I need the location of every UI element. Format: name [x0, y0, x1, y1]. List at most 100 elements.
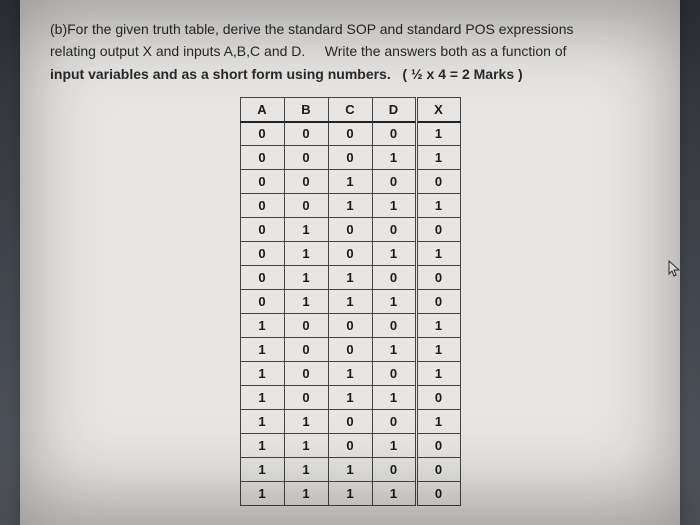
table-cell: 1 — [372, 194, 416, 218]
table-cell: 1 — [328, 170, 372, 194]
truth-table-wrapper: A B C D X 000010001100100001110100001011… — [50, 97, 650, 506]
table-row: 00011 — [240, 146, 460, 170]
table-cell: 0 — [372, 314, 416, 338]
table-row: 00100 — [240, 170, 460, 194]
table-cell: 1 — [328, 482, 372, 506]
table-cell: 0 — [328, 218, 372, 242]
table-cell: 0 — [240, 290, 284, 314]
table-cell: 0 — [416, 290, 460, 314]
table-row: 11010 — [240, 434, 460, 458]
col-header-c: C — [328, 98, 372, 122]
table-cell: 1 — [284, 290, 328, 314]
table-cell: 1 — [416, 410, 460, 434]
col-header-b: B — [284, 98, 328, 122]
table-row: 01011 — [240, 242, 460, 266]
col-header-a: A — [240, 98, 284, 122]
document-page: (b)For the given truth table, derive the… — [20, 0, 680, 525]
table-row: 10001 — [240, 314, 460, 338]
table-cell: 0 — [416, 266, 460, 290]
table-row: 01000 — [240, 218, 460, 242]
table-row: 10011 — [240, 338, 460, 362]
table-row: 10101 — [240, 362, 460, 386]
table-cell: 1 — [240, 386, 284, 410]
table-cell: 0 — [240, 266, 284, 290]
table-cell: 1 — [328, 458, 372, 482]
question-line3a: input variables and as a short form usin… — [50, 66, 391, 82]
col-header-x: X — [416, 98, 460, 122]
table-cell: 0 — [416, 434, 460, 458]
table-cell: 0 — [240, 122, 284, 146]
table-cell: 0 — [240, 170, 284, 194]
table-cell: 0 — [372, 458, 416, 482]
table-cell: 1 — [328, 266, 372, 290]
table-cell: 1 — [372, 290, 416, 314]
table-cell: 0 — [284, 386, 328, 410]
table-cell: 0 — [372, 266, 416, 290]
table-row: 11001 — [240, 410, 460, 434]
table-cell: 1 — [284, 434, 328, 458]
table-row: 01110 — [240, 290, 460, 314]
table-cell: 1 — [416, 194, 460, 218]
table-cell: 0 — [328, 410, 372, 434]
table-cell: 1 — [240, 338, 284, 362]
table-cell: 0 — [416, 170, 460, 194]
table-cell: 1 — [328, 194, 372, 218]
table-cell: 0 — [372, 218, 416, 242]
table-header-row: A B C D X — [240, 98, 460, 122]
table-cell: 0 — [284, 122, 328, 146]
table-cell: 0 — [240, 242, 284, 266]
table-cell: 0 — [240, 194, 284, 218]
table-cell: 0 — [372, 122, 416, 146]
table-cell: 1 — [416, 146, 460, 170]
table-cell: 0 — [284, 146, 328, 170]
table-cell: 1 — [284, 242, 328, 266]
truth-table: A B C D X 000010001100100001110100001011… — [240, 97, 461, 506]
question-line2a: relating output X and inputs A,B,C and D… — [50, 43, 305, 59]
table-cell: 1 — [328, 386, 372, 410]
table-cell: 0 — [328, 314, 372, 338]
table-cell: 0 — [240, 146, 284, 170]
table-cell: 0 — [416, 458, 460, 482]
table-cell: 0 — [328, 122, 372, 146]
table-cell: 1 — [240, 434, 284, 458]
table-cell: 1 — [284, 218, 328, 242]
table-cell: 0 — [240, 218, 284, 242]
table-cell: 1 — [240, 362, 284, 386]
table-cell: 1 — [372, 338, 416, 362]
table-row: 00001 — [240, 122, 460, 146]
table-cell: 0 — [284, 170, 328, 194]
table-cell: 0 — [328, 434, 372, 458]
table-cell: 0 — [372, 410, 416, 434]
table-cell: 1 — [372, 386, 416, 410]
question-text: (b)For the given truth table, derive the… — [50, 18, 650, 85]
table-cell: 0 — [328, 338, 372, 362]
table-cell: 0 — [372, 362, 416, 386]
table-cell: 1 — [372, 242, 416, 266]
cursor-icon — [668, 260, 682, 281]
table-cell: 0 — [284, 194, 328, 218]
table-cell: 0 — [328, 242, 372, 266]
table-cell: 1 — [328, 290, 372, 314]
table-row: 11100 — [240, 458, 460, 482]
table-cell: 1 — [328, 362, 372, 386]
table-cell: 1 — [240, 458, 284, 482]
table-cell: 1 — [416, 314, 460, 338]
table-cell: 1 — [416, 122, 460, 146]
table-row: 01100 — [240, 266, 460, 290]
table-body: 0000100011001000011101000010110110001110… — [240, 122, 460, 506]
table-cell: 0 — [416, 218, 460, 242]
question-line1: (b)For the given truth table, derive the… — [50, 21, 573, 37]
table-cell: 1 — [372, 146, 416, 170]
table-cell: 1 — [240, 410, 284, 434]
table-cell: 1 — [284, 482, 328, 506]
table-row: 10110 — [240, 386, 460, 410]
table-cell: 1 — [284, 266, 328, 290]
table-cell: 0 — [284, 338, 328, 362]
table-cell: 1 — [416, 338, 460, 362]
table-cell: 0 — [372, 170, 416, 194]
table-cell: 0 — [284, 314, 328, 338]
table-cell: 1 — [372, 434, 416, 458]
col-header-d: D — [372, 98, 416, 122]
table-cell: 1 — [240, 314, 284, 338]
table-row: 00111 — [240, 194, 460, 218]
